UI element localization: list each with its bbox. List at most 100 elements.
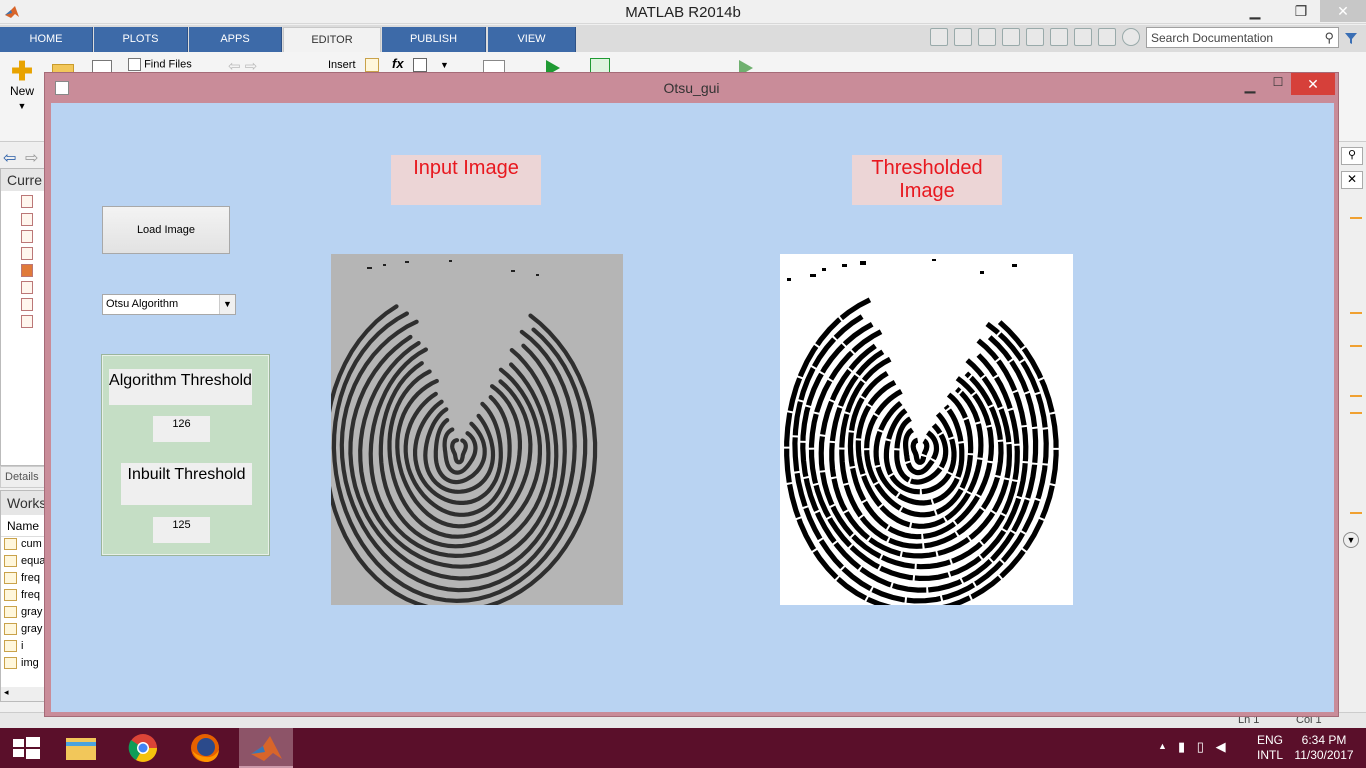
variable-icon [4, 623, 17, 636]
warning-marker[interactable] [1350, 395, 1362, 397]
workspace-variable[interactable]: freq [1, 571, 45, 588]
warning-marker[interactable] [1350, 312, 1362, 314]
workspace-name-column[interactable]: Name [1, 515, 45, 537]
workspace-variable[interactable]: freq [1, 588, 45, 605]
file-icon [21, 195, 33, 208]
variable-icon [4, 640, 17, 653]
input-fingerprint-image [331, 254, 623, 605]
warning-marker[interactable] [1350, 345, 1362, 347]
thresholded-image-title: Thresholded Image [852, 155, 1002, 205]
network-icon[interactable]: ▯ [1197, 739, 1204, 754]
workspace-variable[interactable]: gray [1, 622, 45, 639]
algorithm-dropdown[interactable]: Otsu Algorithm ▼ [102, 294, 236, 315]
file-item[interactable] [21, 195, 45, 209]
switch-windows-icon[interactable] [1098, 28, 1116, 46]
image-file-icon [21, 264, 33, 277]
forward-icon[interactable]: ⇨ [25, 148, 38, 168]
start-button[interactable] [0, 728, 54, 768]
workspace-variable[interactable]: equa [1, 554, 45, 571]
chevron-down-icon[interactable]: ▼ [219, 295, 235, 314]
folder-navigation: ⇦ ⇨ [0, 143, 46, 168]
fx-button[interactable]: fx [392, 56, 404, 71]
warning-marker[interactable] [1350, 512, 1362, 514]
back-icon[interactable]: ⇦ [3, 148, 16, 168]
workspace-variable[interactable]: cum [1, 537, 45, 554]
layout-icon[interactable] [930, 28, 948, 46]
file-item[interactable] [21, 315, 45, 329]
action-center-icon[interactable]: ▮ [1178, 739, 1185, 754]
variable-icon [4, 657, 17, 670]
paste-icon[interactable] [1026, 28, 1044, 46]
language-indicator[interactable]: ENG INTL [1254, 733, 1286, 763]
restore-icon[interactable]: ❐ [1286, 0, 1316, 22]
help-icon[interactable] [1122, 28, 1140, 46]
undo-icon[interactable] [1050, 28, 1068, 46]
show-hidden-icons-icon[interactable]: ▲ [1158, 741, 1167, 751]
inbuilt-threshold-label: Inbuilt Threshold [121, 463, 252, 505]
redo-icon[interactable] [1074, 28, 1092, 46]
threshold-panel: Algorithm Threshold 126 Inbuilt Threshol… [101, 354, 270, 556]
chevron-down-icon[interactable]: ▼ [440, 60, 449, 70]
workspace-variable[interactable]: img [1, 656, 45, 673]
current-folder-panel: Curre [0, 168, 46, 466]
file-item[interactable] [21, 230, 45, 244]
new-button[interactable]: ✚ New ▼ [4, 58, 40, 112]
insert-button[interactable]: Insert [328, 59, 356, 71]
file-item[interactable] [21, 298, 45, 312]
workspace-variable[interactable]: gray [1, 605, 45, 622]
comment-icon[interactable] [413, 58, 427, 72]
tab-editor[interactable]: EDITOR [283, 27, 381, 52]
matlab-taskbar-button[interactable] [239, 728, 293, 768]
warning-marker[interactable] [1350, 217, 1362, 219]
chevron-down-icon[interactable]: ▼ [18, 101, 27, 111]
tab-publish[interactable]: PUBLISH [382, 27, 486, 52]
search-icon[interactable]: ⚲ [1324, 30, 1334, 46]
chrome-icon [128, 734, 157, 762]
tab-home[interactable]: HOME [0, 27, 93, 52]
system-clock[interactable]: 6:34 PM 11/30/2017 [1288, 733, 1360, 763]
tab-apps[interactable]: APPS [189, 27, 282, 52]
tab-plots[interactable]: PLOTS [94, 27, 188, 52]
search-icon[interactable]: ⚲ [1341, 147, 1363, 165]
maximize-icon[interactable]: ☐ [1267, 75, 1289, 95]
close-icon[interactable]: ✕ [1320, 0, 1366, 22]
insert-label: Insert [328, 59, 356, 71]
search-documentation-input[interactable]: Search Documentation ⚲ [1146, 27, 1339, 48]
variable-icon [4, 538, 17, 551]
horizontal-scrollbar[interactable]: ◂ [1, 687, 45, 701]
chrome-button[interactable] [116, 728, 170, 768]
find-files-button[interactable]: Find Files [128, 58, 192, 71]
filter-icon[interactable] [1344, 31, 1358, 45]
file-explorer-button[interactable] [54, 728, 108, 768]
windows-logo-icon [13, 737, 40, 759]
warning-marker[interactable] [1350, 412, 1362, 414]
file-item[interactable] [21, 281, 45, 295]
gui-window-title: Otsu_gui [663, 80, 720, 96]
insert-section-icon[interactable] [365, 58, 379, 72]
firefox-button[interactable] [178, 728, 232, 768]
save-icon[interactable] [954, 28, 972, 46]
matlab-titlebar: MATLAB R2014b ▁ ❐ ✕ [0, 0, 1366, 24]
matlab-logo-icon [251, 736, 282, 761]
m-file-icon [21, 315, 33, 328]
tab-view[interactable]: VIEW [488, 27, 576, 52]
chevron-down-icon[interactable]: ▼ [1343, 532, 1359, 548]
workspace-variable[interactable]: i [1, 639, 45, 656]
language-line2: INTL [1256, 748, 1283, 762]
close-icon[interactable]: ✕ [1291, 73, 1335, 95]
gui-titlebar: Otsu_gui ▁ ☐ ✕ [45, 73, 1338, 103]
cut-icon[interactable] [978, 28, 996, 46]
minimize-icon[interactable]: ▁ [1240, 0, 1270, 22]
details-bar[interactable]: Details [0, 466, 46, 488]
file-item[interactable] [21, 213, 45, 227]
find-files-icon [128, 58, 141, 71]
file-item[interactable] [21, 264, 45, 278]
input-image-title-text: Input Image [413, 157, 519, 179]
minimize-icon[interactable]: ▁ [1239, 77, 1261, 97]
volume-icon[interactable]: ◀ [1216, 739, 1226, 754]
load-image-button[interactable]: Load Image [102, 206, 230, 254]
file-item[interactable] [21, 247, 45, 261]
input-image-title: Input Image [391, 155, 541, 205]
close-icon[interactable]: ✕ [1341, 171, 1363, 189]
copy-icon[interactable] [1002, 28, 1020, 46]
